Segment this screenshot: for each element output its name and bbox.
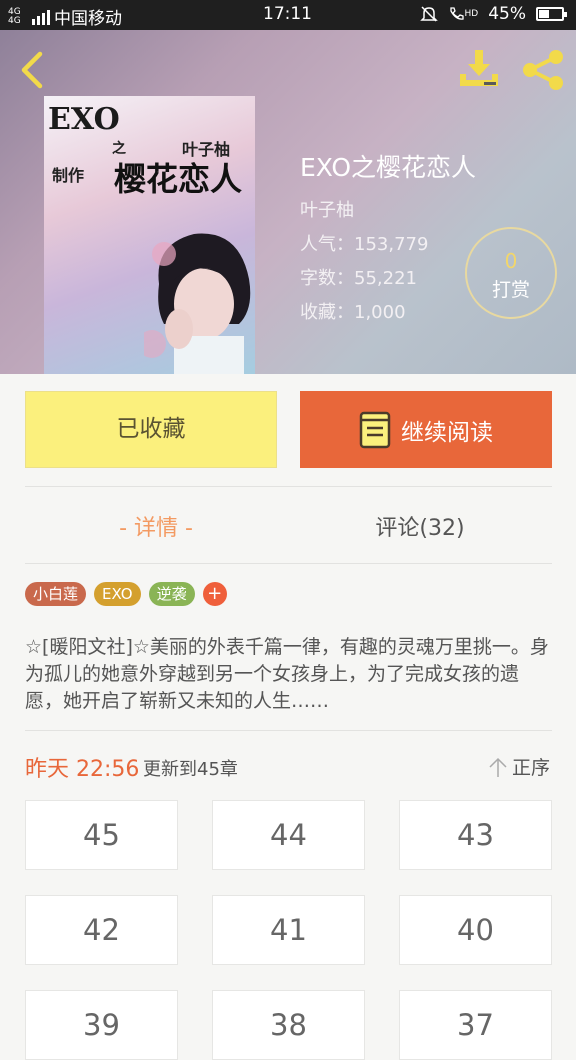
update-time: 昨天 22:56	[25, 757, 140, 782]
reward-label: 打赏	[491, 279, 530, 301]
arrow-up-icon	[489, 757, 507, 777]
share-icon[interactable]	[520, 48, 566, 92]
divider	[25, 486, 552, 487]
chapter-button[interactable]: 44	[212, 800, 365, 870]
divider	[25, 730, 552, 731]
chapter-button[interactable]: 43	[399, 800, 552, 870]
network-type: 4G 4G	[8, 6, 21, 26]
status-bar: 4G 4G 中国移动 17:11 HD 45%	[0, 0, 576, 30]
tab-comments[interactable]: 评论(32)	[312, 510, 528, 542]
reward-count: 0	[504, 249, 518, 273]
continue-reading-button[interactable]: 继续阅读	[300, 391, 552, 468]
battery-icon	[536, 7, 567, 21]
book-cover[interactable]: EXO 之 叶子柚 制作 樱花恋人	[44, 96, 255, 374]
chapter-button[interactable]: 37	[399, 990, 552, 1060]
cover-title-main: 樱花恋人	[114, 160, 243, 198]
cover-make: 制作	[52, 166, 85, 185]
hd-label: HD	[464, 9, 479, 19]
tag-item[interactable]: EXO	[94, 582, 141, 606]
call-hd-icon: HD	[448, 6, 479, 22]
download-icon[interactable]	[456, 46, 502, 92]
battery-percent: 45%	[488, 4, 526, 24]
book-icon	[359, 411, 391, 448]
chapter-button[interactable]: 41	[212, 895, 365, 965]
status-left: 4G 4G 中国移动	[8, 4, 122, 29]
continue-reading-label: 继续阅读	[401, 419, 493, 446]
book-author[interactable]: 叶子柚	[300, 196, 354, 222]
tag-item[interactable]: 逆袭	[148, 582, 195, 606]
carrier-name: 中国移动	[54, 9, 122, 29]
bell-mute-icon	[419, 6, 438, 22]
cover-portrait	[144, 233, 251, 374]
chapter-button[interactable]: 45	[25, 800, 178, 870]
chapter-button[interactable]: 40	[399, 895, 552, 965]
favorites-stat: 收藏：1,000	[300, 302, 406, 323]
book-description[interactable]: ☆[暖阳文社]☆美丽的外表千篇一律，有趣的灵魂万里挑一。身为孤儿的她意外穿越到另…	[25, 634, 552, 715]
reward-button[interactable]: 0 打赏	[465, 227, 557, 319]
tag-list: 小白莲 EXO 逆袭 +	[25, 582, 227, 606]
back-icon[interactable]	[14, 48, 54, 92]
chapter-button[interactable]: 38	[212, 990, 365, 1060]
signal-icon	[32, 9, 50, 25]
status-time: 17:11	[263, 4, 312, 24]
favorited-button[interactable]: 已收藏	[25, 391, 277, 468]
update-text: 更新到45章	[143, 759, 238, 780]
status-right: HD 45%	[419, 4, 567, 24]
tab-detail[interactable]: - 详情 -	[0, 510, 312, 542]
cover-title-exo: EXO	[48, 102, 120, 137]
sort-label: 正序	[512, 757, 551, 779]
chapter-button[interactable]: 42	[25, 895, 178, 965]
add-tag-button[interactable]: +	[202, 582, 227, 606]
popularity-stat: 人气：153,779	[300, 234, 429, 255]
sort-button[interactable]: 正序	[488, 753, 550, 780]
word-count-stat: 字数：55,221	[300, 268, 417, 289]
book-title: EXO之樱花恋人	[300, 153, 477, 182]
divider	[25, 563, 552, 564]
chapter-button[interactable]: 39	[25, 990, 178, 1060]
tag-item[interactable]: 小白莲	[25, 582, 87, 606]
